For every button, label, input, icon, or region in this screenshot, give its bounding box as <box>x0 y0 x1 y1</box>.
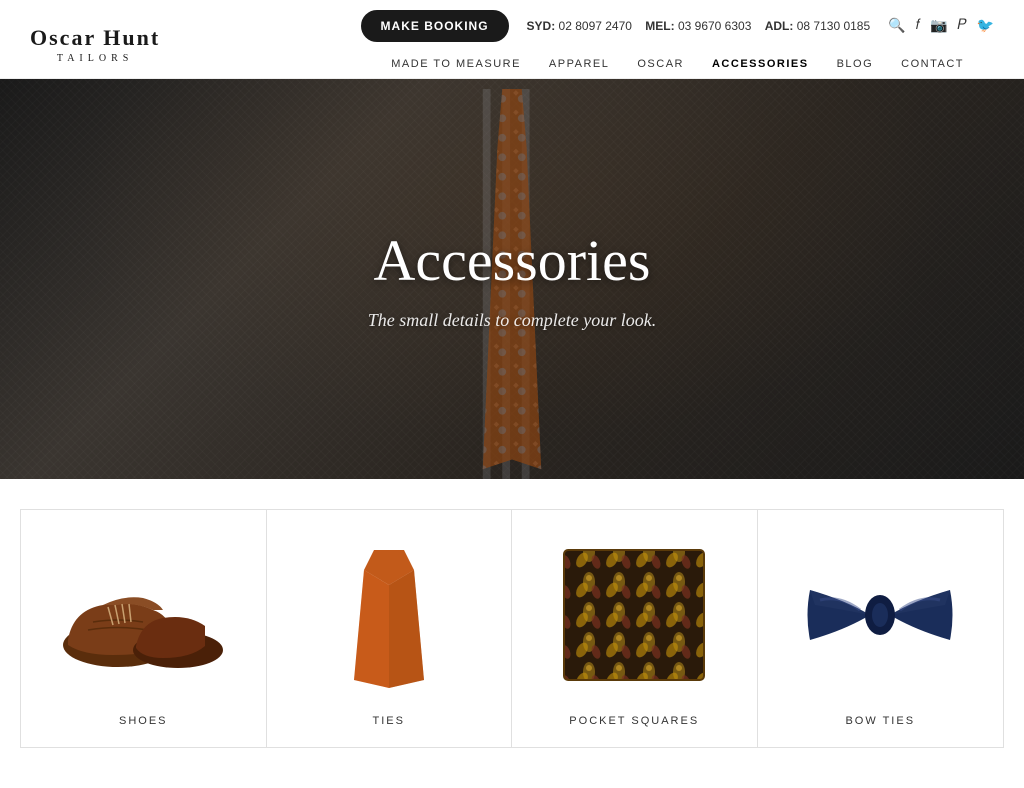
contact-info: SYD: 02 8097 2470 MEL: 03 9670 6303 ADL:… <box>527 19 871 33</box>
facebook-icon[interactable]: 𝑓 <box>916 18 920 34</box>
shoes-label: SHOES <box>119 715 168 727</box>
adl-label: ADL: <box>765 19 794 33</box>
nav-apparel[interactable]: APPAREL <box>549 58 609 70</box>
product-card-pocket-squares[interactable]: POCKET SQUARES <box>512 510 758 747</box>
site-header: Oscar Hunt TAILORS MAKE BOOKING SYD: 02 … <box>0 0 1024 79</box>
pocket-squares-label: POCKET SQUARES <box>569 715 699 727</box>
nav-accessories[interactable]: ACCESSORIES <box>712 58 809 70</box>
product-card-ties[interactable]: TIES <box>267 510 513 747</box>
bow-ties-label: BOW TIES <box>845 715 915 727</box>
logo[interactable]: Oscar Hunt TAILORS <box>30 25 160 64</box>
hero-section: Accessories The small details to complet… <box>0 79 1024 479</box>
brand-tagline: TAILORS <box>57 53 133 64</box>
adl-phone: 08 7130 0185 <box>797 19 870 33</box>
header-top-row: MAKE BOOKING SYD: 02 8097 2470 MEL: 03 9… <box>361 10 994 42</box>
social-icons: 🔍 𝑓 📷 𝑃 🐦 <box>888 18 994 35</box>
pinterest-icon[interactable]: 𝑃 <box>957 18 966 34</box>
brand-name: Oscar Hunt <box>30 25 160 51</box>
nav-made-to-measure[interactable]: MADE TO MEASURE <box>391 58 521 70</box>
hero-content: Accessories The small details to complet… <box>368 227 656 331</box>
shoes-image <box>53 540 233 690</box>
instagram-icon[interactable]: 📷 <box>930 18 947 35</box>
mel-label: MEL: <box>645 19 674 33</box>
pocket-squares-image <box>544 540 724 690</box>
syd-phone: 02 8097 2470 <box>559 19 632 33</box>
ties-label: TIES <box>373 715 405 727</box>
hero-subtitle: The small details to complete your look. <box>368 310 656 331</box>
nav-contact[interactable]: CONTACT <box>901 58 964 70</box>
main-nav: MADE TO MEASURE APPAREL OSCAR ACCESSORIE… <box>361 50 994 78</box>
ties-image <box>299 540 479 690</box>
syd-label: SYD: <box>527 19 556 33</box>
make-booking-button[interactable]: MAKE BOOKING <box>361 10 509 42</box>
product-card-bow-ties[interactable]: BOW TIES <box>758 510 1004 747</box>
search-icon[interactable]: 🔍 <box>888 18 905 35</box>
products-grid: SHOES TIES <box>20 509 1004 748</box>
hero-title: Accessories <box>368 227 656 294</box>
bow-ties-image <box>790 540 970 690</box>
header-right: MAKE BOOKING SYD: 02 8097 2470 MEL: 03 9… <box>361 10 994 78</box>
nav-oscar[interactable]: OSCAR <box>637 58 684 70</box>
product-card-shoes[interactable]: SHOES <box>21 510 267 747</box>
twitter-icon[interactable]: 🐦 <box>977 18 994 35</box>
mel-phone: 03 9670 6303 <box>678 19 751 33</box>
products-section: SHOES TIES <box>0 479 1024 788</box>
nav-blog[interactable]: BLOG <box>837 58 874 70</box>
